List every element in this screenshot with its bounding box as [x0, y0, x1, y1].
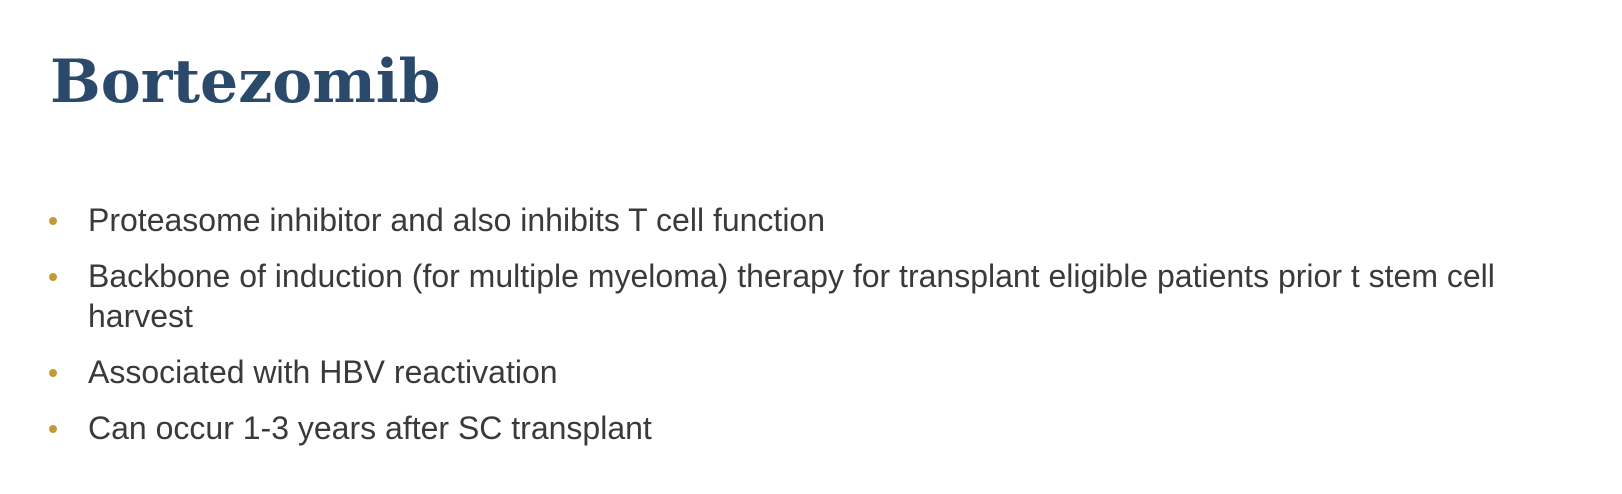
bullet-text: Backbone of induction (for multiple myel… — [88, 258, 1495, 334]
bullet-item: Backbone of induction (for multiple myel… — [46, 256, 1606, 336]
bullet-item: Associated with HBV reactivation — [46, 352, 1606, 392]
bullet-text: Can occur 1-3 years after SC transplant — [88, 410, 652, 446]
bullet-list: Proteasome inhibitor and also inhibits T… — [46, 200, 1606, 464]
bullet-text: Proteasome inhibitor and also inhibits T… — [88, 202, 826, 238]
slide-title: Bortezomib — [50, 47, 441, 117]
bullet-dot-icon — [49, 425, 57, 433]
bullet-dot-icon — [49, 217, 57, 225]
bullet-dot-icon — [49, 369, 57, 377]
bullet-item: Proteasome inhibitor and also inhibits T… — [46, 200, 1606, 240]
slide: Bortezomib Proteasome inhibitor and also… — [0, 0, 1622, 494]
bullet-dot-icon — [49, 273, 57, 281]
bullet-item: Can occur 1-3 years after SC transplant — [46, 408, 1606, 448]
bullet-text: Associated with HBV reactivation — [88, 354, 558, 390]
